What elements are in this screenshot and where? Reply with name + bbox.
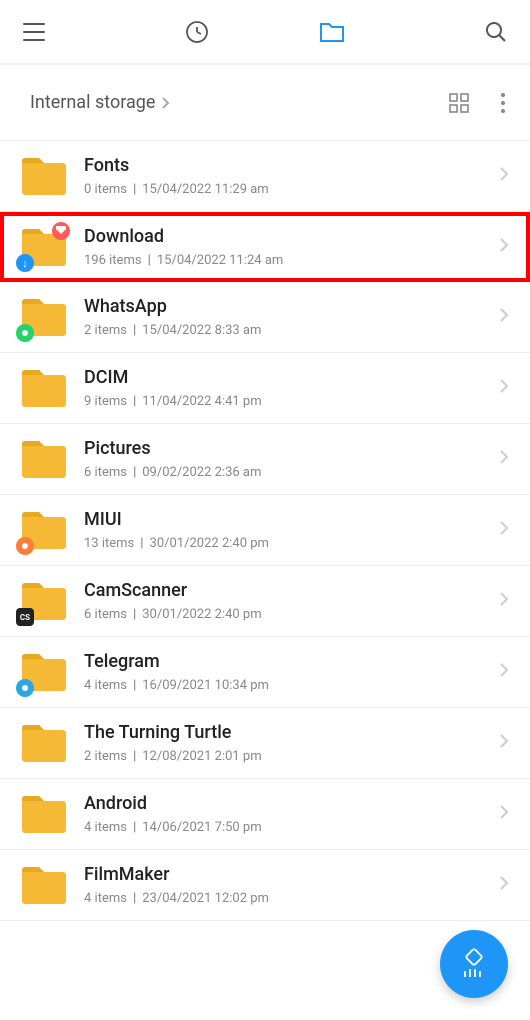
chevron-right-icon <box>498 590 510 612</box>
recent-tab-icon[interactable] <box>185 20 209 44</box>
chevron-right-icon <box>161 96 171 110</box>
folder-row[interactable]: WhatsApp 2 items|15/04/2022 8:33 am <box>0 282 530 353</box>
chevron-right-icon <box>498 236 510 258</box>
folder-icon <box>20 651 66 693</box>
folder-icon: CS <box>20 580 66 622</box>
folder-row[interactable]: MIUI 13 items|30/01/2022 2:40 pm <box>0 495 530 566</box>
folder-badge-icon <box>52 222 70 240</box>
chevron-right-icon <box>498 874 510 896</box>
folder-row[interactable]: DCIM 9 items|11/04/2022 4:41 pm <box>0 353 530 424</box>
folder-name: Android <box>84 793 498 814</box>
folder-meta: 4 items|16/09/2021 10:34 pm <box>84 678 498 693</box>
folder-icon <box>20 864 66 906</box>
folder-row[interactable]: Android 4 items|14/06/2021 7:50 pm <box>0 779 530 850</box>
folder-meta: 196 items|15/04/2022 11:24 am <box>84 253 498 268</box>
folder-badge-icon <box>16 537 34 555</box>
folder-name: MIUI <box>84 509 498 530</box>
folder-meta: 6 items|09/02/2022 2:36 am <box>84 465 498 480</box>
folder-row[interactable]: The Turning Turtle 2 items|12/08/2021 2:0… <box>0 708 530 779</box>
folder-tab-icon[interactable] <box>319 20 345 44</box>
folder-badge-icon: ↓ <box>16 254 34 272</box>
folder-meta: 9 items|11/04/2022 4:41 pm <box>84 394 498 409</box>
folder-meta: 13 items|30/01/2022 2:40 pm <box>84 536 498 551</box>
folder-name: Download <box>84 226 498 247</box>
folder-name: DCIM <box>84 367 498 388</box>
folder-name: Fonts <box>84 155 498 176</box>
search-icon[interactable] <box>484 20 508 44</box>
chevron-right-icon <box>498 377 510 399</box>
more-menu-icon[interactable] <box>500 92 506 114</box>
folder-meta: 4 items|23/04/2021 12:02 pm <box>84 891 498 906</box>
folder-row[interactable]: FilmMaker 4 items|23/04/2021 12:02 pm <box>0 850 530 921</box>
breadcrumb-title: Internal storage <box>30 92 155 113</box>
folder-icon <box>20 296 66 338</box>
folder-icon <box>20 722 66 764</box>
folder-badge-icon: CS <box>16 608 34 626</box>
chevron-right-icon <box>498 661 510 683</box>
folder-icon <box>20 438 66 480</box>
folder-name: The Turning Turtle <box>84 722 498 743</box>
folder-row[interactable]: Telegram 4 items|16/09/2021 10:34 pm <box>0 637 530 708</box>
clean-fab[interactable] <box>440 930 508 998</box>
folder-row[interactable]: CS CamScanner 6 items|30/01/2022 2:40 pm <box>0 566 530 637</box>
folder-name: WhatsApp <box>84 296 498 317</box>
folder-icon <box>20 367 66 409</box>
folder-meta: 6 items|30/01/2022 2:40 pm <box>84 607 498 622</box>
chevron-right-icon <box>498 519 510 541</box>
chevron-right-icon <box>498 448 510 470</box>
grid-view-icon[interactable] <box>448 92 470 114</box>
folder-name: Pictures <box>84 438 498 459</box>
chevron-right-icon <box>498 803 510 825</box>
folder-badge-icon <box>16 679 34 697</box>
folder-row[interactable]: ↓ Download 196 items|15/04/2022 11:24 am <box>0 212 530 282</box>
folder-meta: 2 items|15/04/2022 8:33 am <box>84 323 498 338</box>
breadcrumb[interactable]: Internal storage <box>30 92 171 113</box>
folder-badge-icon <box>16 324 34 342</box>
chevron-right-icon <box>498 165 510 187</box>
folder-row[interactable]: Pictures 6 items|09/02/2022 2:36 am <box>0 424 530 495</box>
folder-name: CamScanner <box>84 580 498 601</box>
chevron-right-icon <box>498 306 510 328</box>
folder-icon <box>20 509 66 551</box>
menu-icon[interactable] <box>22 21 46 43</box>
folder-icon <box>20 793 66 835</box>
folder-meta: 0 items|15/04/2022 11:29 am <box>84 182 498 197</box>
broom-icon <box>457 947 491 981</box>
folder-meta: 2 items|12/08/2021 2:01 pm <box>84 749 498 764</box>
folder-icon <box>20 155 66 197</box>
folder-row[interactable]: Fonts 0 items|15/04/2022 11:29 am <box>0 141 530 212</box>
chevron-right-icon <box>498 732 510 754</box>
folder-meta: 4 items|14/06/2021 7:50 pm <box>84 820 498 835</box>
folder-name: Telegram <box>84 651 498 672</box>
folder-icon: ↓ <box>20 226 66 268</box>
folder-name: FilmMaker <box>84 864 498 885</box>
